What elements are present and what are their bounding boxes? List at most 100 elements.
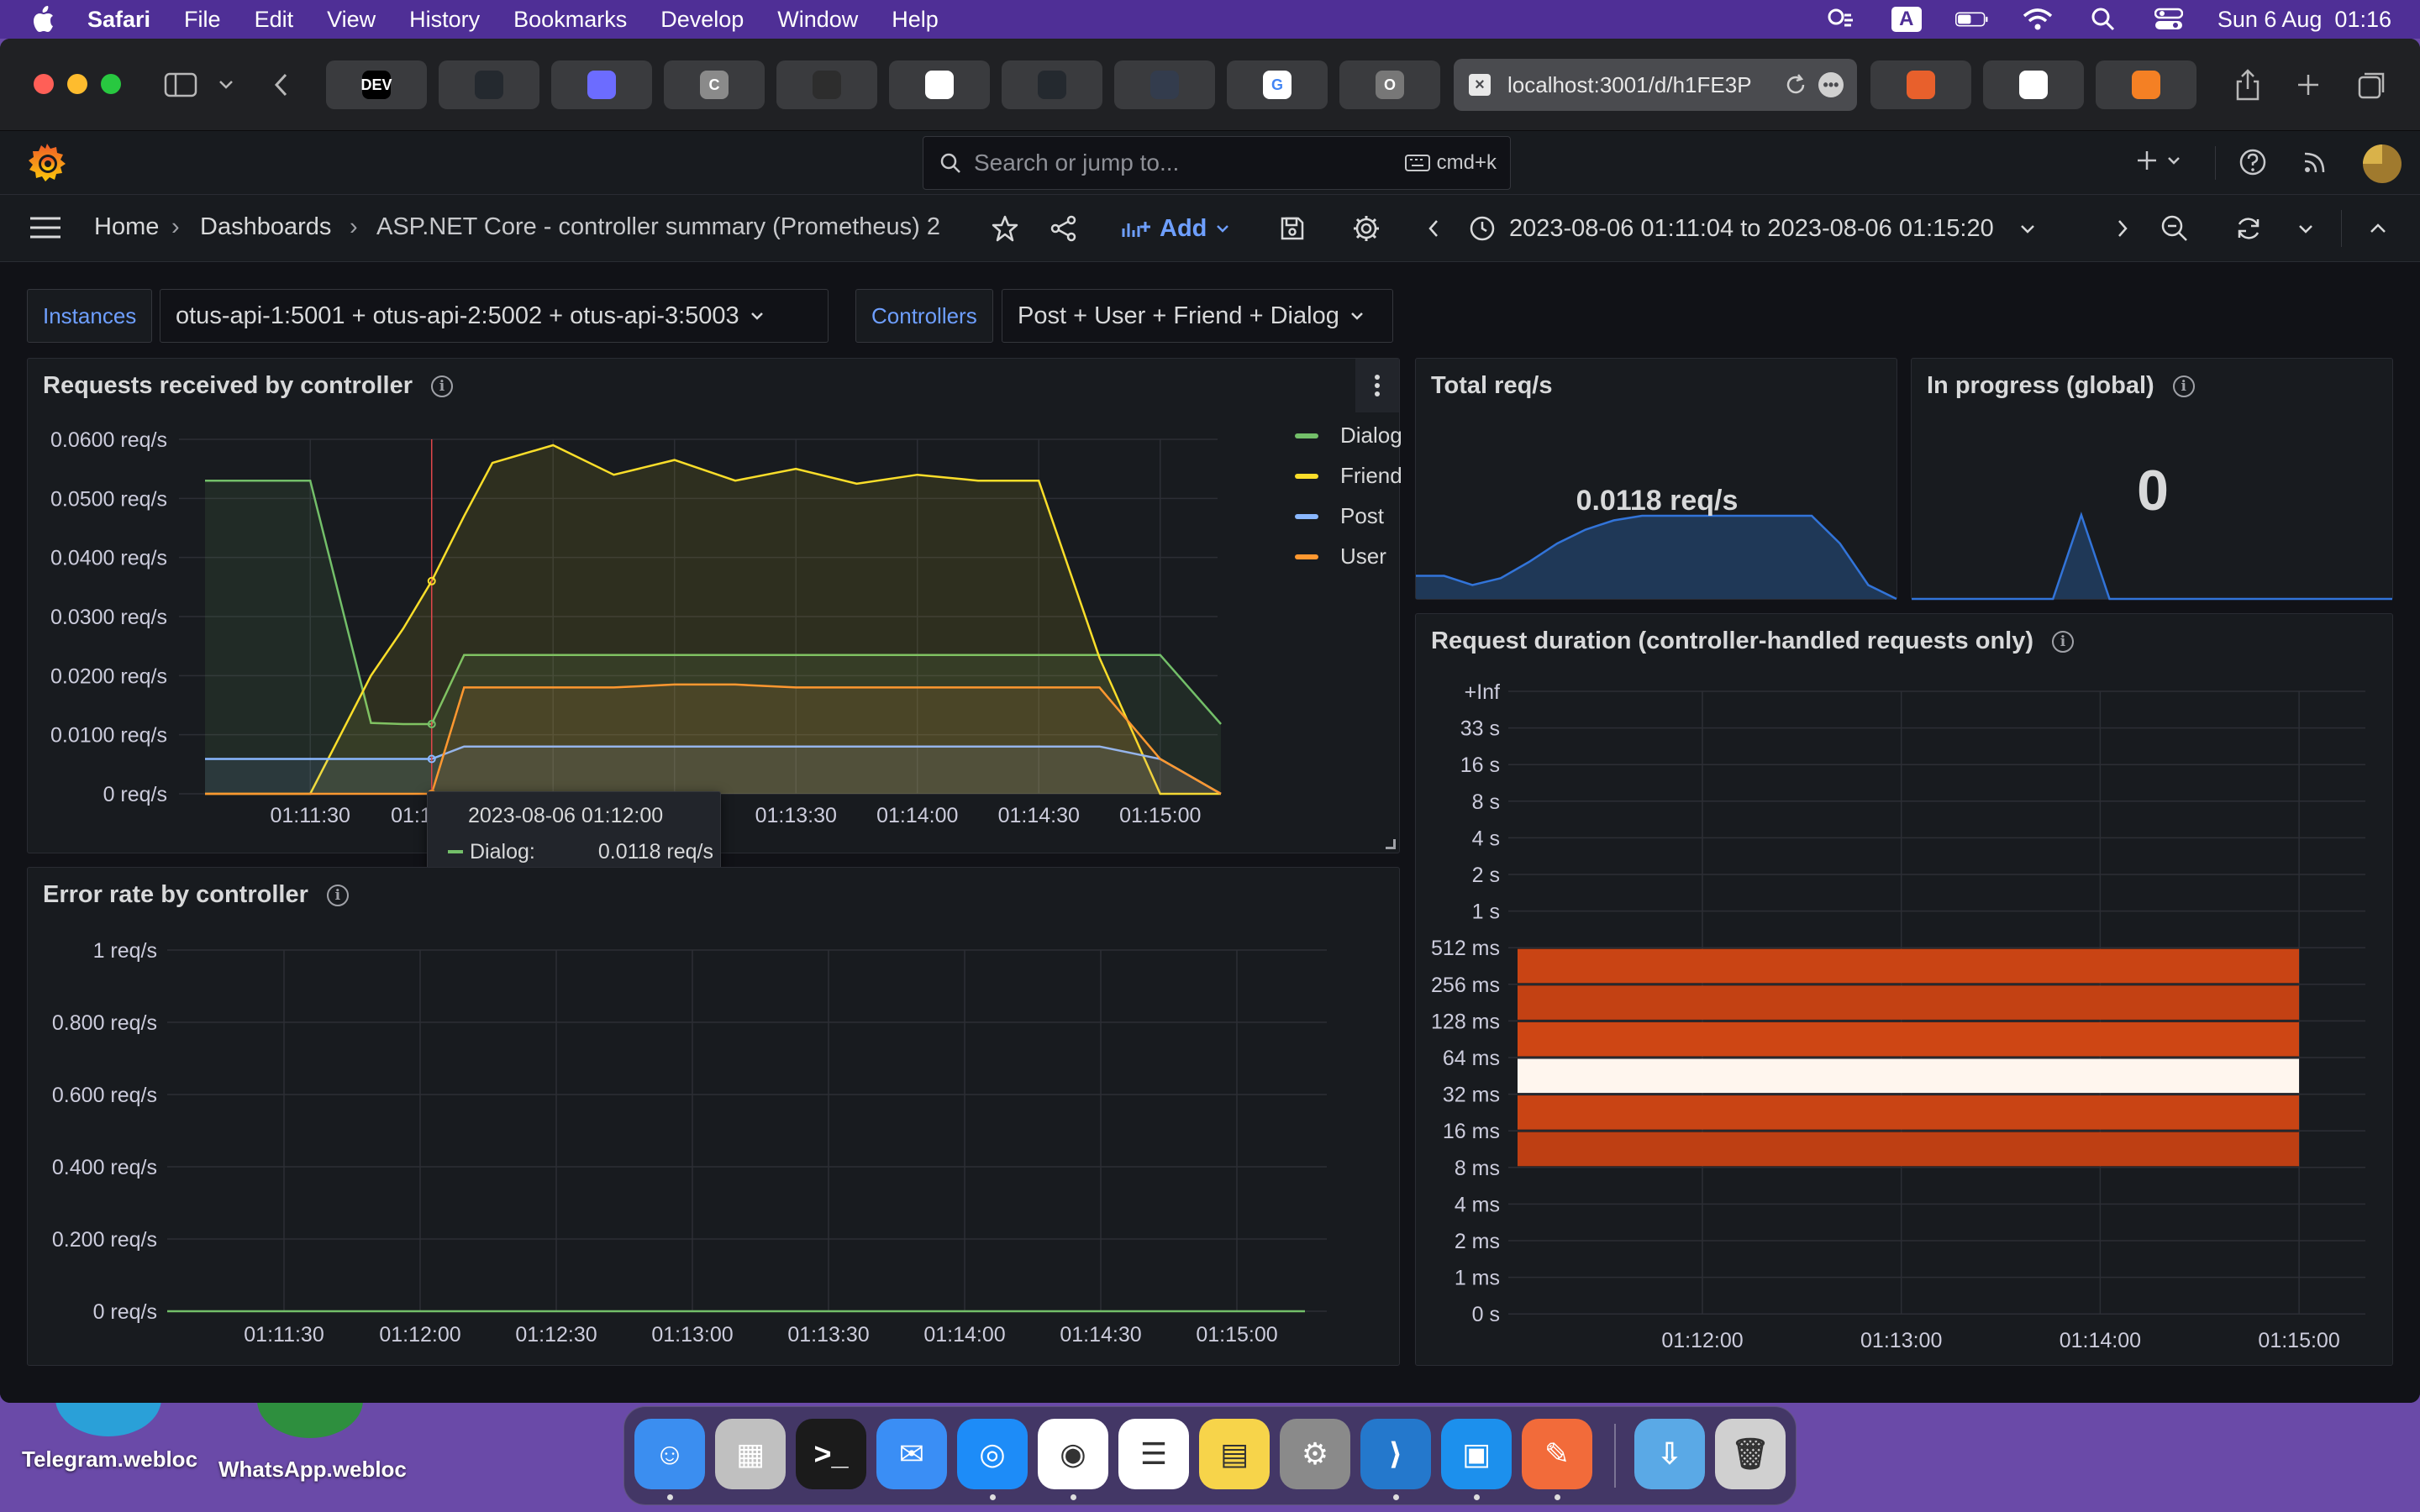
pinned-tab[interactable]: C [664,60,765,109]
breadcrumb-dashboards[interactable]: Dashboards [200,213,331,241]
pinned-tab[interactable] [2096,60,2196,109]
add-button[interactable]: Add [1121,210,1230,247]
dock-terminal-icon[interactable]: >_ [796,1419,866,1489]
y-bucket-label: +Inf [1465,680,1500,704]
new-tab-icon[interactable] [2287,64,2329,106]
time-forward-icon[interactable] [2102,208,2143,249]
address-text[interactable]: localhost:3001/d/h1FE3P [1507,72,1793,98]
menu-view[interactable]: View [327,7,376,33]
input-source-icon[interactable]: A [1890,6,1923,33]
apple-menu-icon[interactable] [20,0,66,39]
dock-finder-icon[interactable]: ☺ [634,1419,705,1489]
new-menu-icon[interactable] [2134,148,2181,173]
close-tab-icon[interactable]: × [1469,74,1491,96]
control-center-icon[interactable] [2152,6,2186,33]
dock-notes-icon[interactable]: ▤ [1199,1419,1270,1489]
dock-reminders-icon[interactable]: ☰ [1118,1419,1189,1489]
grafana-icon [1150,71,1179,99]
keyboard-icon [1404,155,1430,171]
grafana-logo-icon[interactable] [25,141,69,189]
menu-develop[interactable]: Develop [660,7,744,33]
dock-downloads-icon[interactable]: ⇩ [1634,1419,1705,1489]
pinned-tab[interactable] [1870,60,1971,109]
user-avatar[interactable] [2363,144,2402,183]
back-button-icon[interactable] [260,64,302,106]
request-duration-heatmap[interactable]: 0 s 1 ms 2 ms 4 ms 8 ms 16 ms 32 ms 64 ms 128 ms… [1416,614,2394,1367]
requests-chart[interactable]: 0 req/s 0.0100 req/s 0.0200 req/s 0.0300 re… [28,359,1401,854]
pinned-tab[interactable] [776,60,877,109]
battery-icon[interactable] [1954,6,1989,33]
pinned-tab[interactable] [439,60,539,109]
time-picker[interactable]: 2023-08-06 01:11:04 to 2023-08-06 01:15:… [1469,208,2036,249]
collapse-chevron-up-icon[interactable] [2358,208,2398,249]
tab-overview-icon[interactable] [2351,64,2393,106]
menubar-clock[interactable]: Sun 6 Aug 01:16 [2217,7,2391,33]
x-tick-label: 01:14:00 [2060,1329,2141,1352]
total-reqs-value: 0.0118 req/s [1576,485,1739,517]
pinned-tab[interactable]: G [1227,60,1328,109]
breadcrumb-home[interactable]: Home [94,213,159,241]
pinned-tab[interactable] [551,60,652,109]
menu-history[interactable]: History [409,7,480,33]
pinned-tab[interactable] [1002,60,1102,109]
news-feed-icon[interactable] [2302,150,2328,179]
pinned-tab[interactable]: DEV [326,60,427,109]
resize-handle-icon[interactable] [1386,839,1396,849]
legend-item[interactable]: Friend [1295,463,1402,489]
dock-chrome-icon[interactable]: ◉ [1038,1419,1108,1489]
dock-safari-icon[interactable]: ◎ [957,1419,1028,1489]
share-icon[interactable] [2227,64,2269,106]
x-tick-label: 01:14:00 [876,804,958,827]
menu-bookmarks[interactable]: Bookmarks [513,7,627,33]
spotlight-icon[interactable] [2086,6,2120,33]
wifi-icon[interactable] [2021,6,2054,33]
zoom-window-button[interactable] [101,74,121,94]
page-menu-icon[interactable]: ••• [1818,72,1844,97]
time-back-icon[interactable] [1413,208,1454,249]
active-tab[interactable]: × localhost:3001/d/h1FE3P ••• [1454,59,1857,111]
dock-vs-code-icon[interactable]: ⟩ [1360,1419,1431,1489]
menu-edit[interactable]: Edit [255,7,294,33]
zoom-out-icon[interactable] [2154,208,2195,249]
menu-help[interactable]: Help [892,7,939,33]
menu-safari[interactable]: Safari [87,7,150,33]
dock-launchpad-icon[interactable]: ▦ [715,1419,786,1489]
legend-item[interactable]: Dialog [1295,423,1402,449]
dock-system-settings-icon[interactable]: ⚙ [1280,1419,1350,1489]
pinned-tab[interactable]: O [1339,60,1440,109]
menu-toggle-icon[interactable] [29,215,62,247]
error-rate-chart[interactable]: 0 req/s 0.200 req/s 0.400 req/s 0.600 req/s… [28,868,1401,1367]
dock-trash-icon[interactable]: 🗑 [1715,1419,1786,1489]
dock-docker-icon[interactable]: ▣ [1441,1419,1512,1489]
refresh-icon[interactable] [2228,208,2269,249]
desktop-file-whatsapp[interactable]: WhatsApp.webloc [218,1457,407,1483]
settings-gear-icon[interactable] [1346,208,1386,249]
sidebar-toggle-icon[interactable] [160,64,202,106]
focus-icon[interactable] [1824,6,1858,33]
menu-file[interactable]: File [184,7,221,33]
dock-mail-icon[interactable]: ✉ [876,1419,947,1489]
chevron-down-icon[interactable] [205,64,247,106]
desktop-file-telegram[interactable]: Telegram.webloc [22,1446,197,1473]
refresh-interval-chevron-icon[interactable] [2286,208,2326,249]
pinned-tab[interactable] [889,60,990,109]
save-dashboard-icon[interactable] [1272,208,1313,249]
search-bar[interactable]: Search or jump to... cmd+k [923,136,1511,190]
legend-item[interactable]: Post [1295,503,1384,529]
pinned-tab[interactable] [1983,60,2084,109]
variable-select-controllers[interactable]: Post + User + Friend + Dialog [1002,289,1393,343]
sparkline-area [1912,515,2392,599]
help-icon[interactable] [2238,148,2267,181]
chevron-down-icon [2020,225,2034,234]
legend-item[interactable]: User [1295,543,1386,570]
close-window-button[interactable] [34,74,54,94]
share-dashboard-icon[interactable] [1044,208,1084,249]
minimize-window-button[interactable] [67,74,87,94]
star-dashboard-icon[interactable] [985,208,1025,249]
y-tick-label: 0 req/s [93,1300,157,1324]
variable-select-instances[interactable]: otus-api-1:5001 + otus-api-2:5002 + otus… [160,289,829,343]
reload-icon[interactable] [1783,72,1808,103]
menu-window[interactable]: Window [777,7,858,33]
dock-postman-icon[interactable]: ✎ [1522,1419,1592,1489]
pinned-tab[interactable] [1114,60,1215,109]
